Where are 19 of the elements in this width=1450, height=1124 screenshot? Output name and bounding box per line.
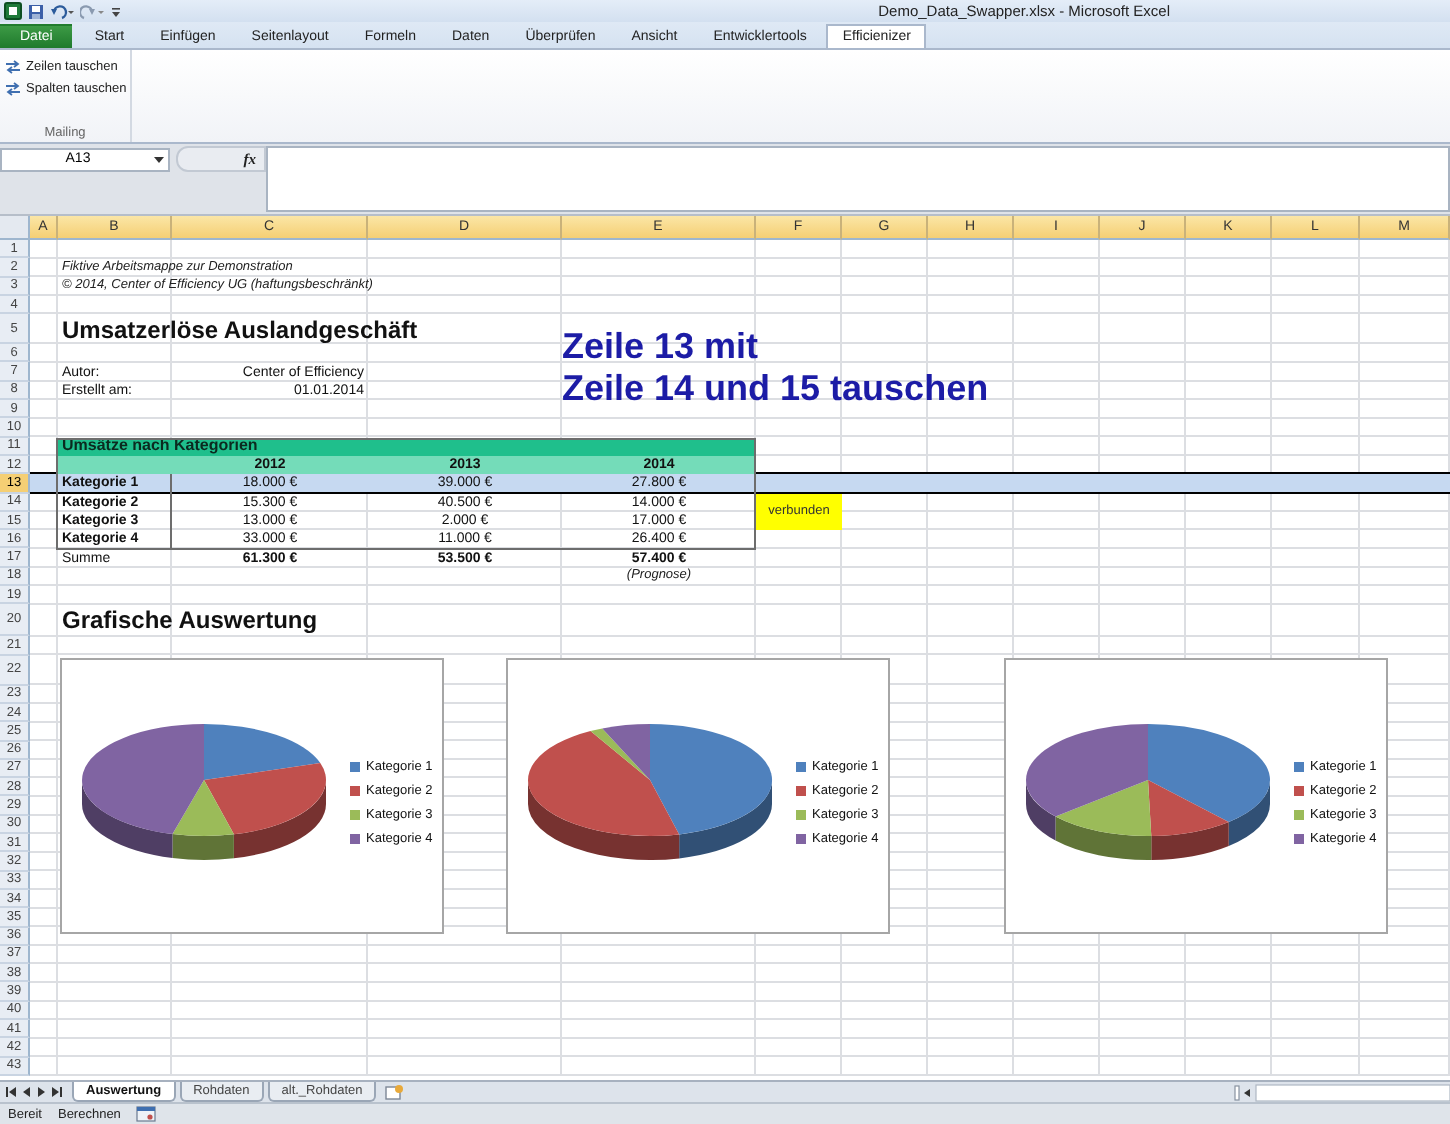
last-sheet-icon[interactable]: [50, 1086, 62, 1098]
section-title: Grafische Auswertung: [60, 604, 320, 637]
first-sheet-icon[interactable]: [6, 1086, 18, 1098]
swap-icon: [4, 82, 22, 96]
macro-record-icon[interactable]: [136, 1106, 157, 1122]
spreadsheet-logo-icon[interactable]: [4, 2, 22, 20]
undo-icon[interactable]: [50, 3, 74, 19]
insert-sheet-icon[interactable]: [384, 1084, 405, 1100]
formula-input[interactable]: [266, 146, 1450, 212]
annotation-text: Zeile 14 und 15 tauschen: [562, 368, 989, 410]
previous-sheet-icon[interactable]: [22, 1086, 32, 1098]
save-icon[interactable]: [28, 3, 44, 19]
sheet-title: Umsatzerlöse Auslandgeschäft: [60, 314, 420, 345]
next-sheet-icon[interactable]: [36, 1086, 46, 1098]
swap-icon: [4, 60, 22, 74]
horizontal-scrollbar[interactable]: [1234, 1083, 1450, 1101]
caret-icon: [154, 155, 164, 163]
customize-icon[interactable]: [110, 3, 122, 19]
annotation-text: Zeile 13 mit: [562, 326, 759, 368]
